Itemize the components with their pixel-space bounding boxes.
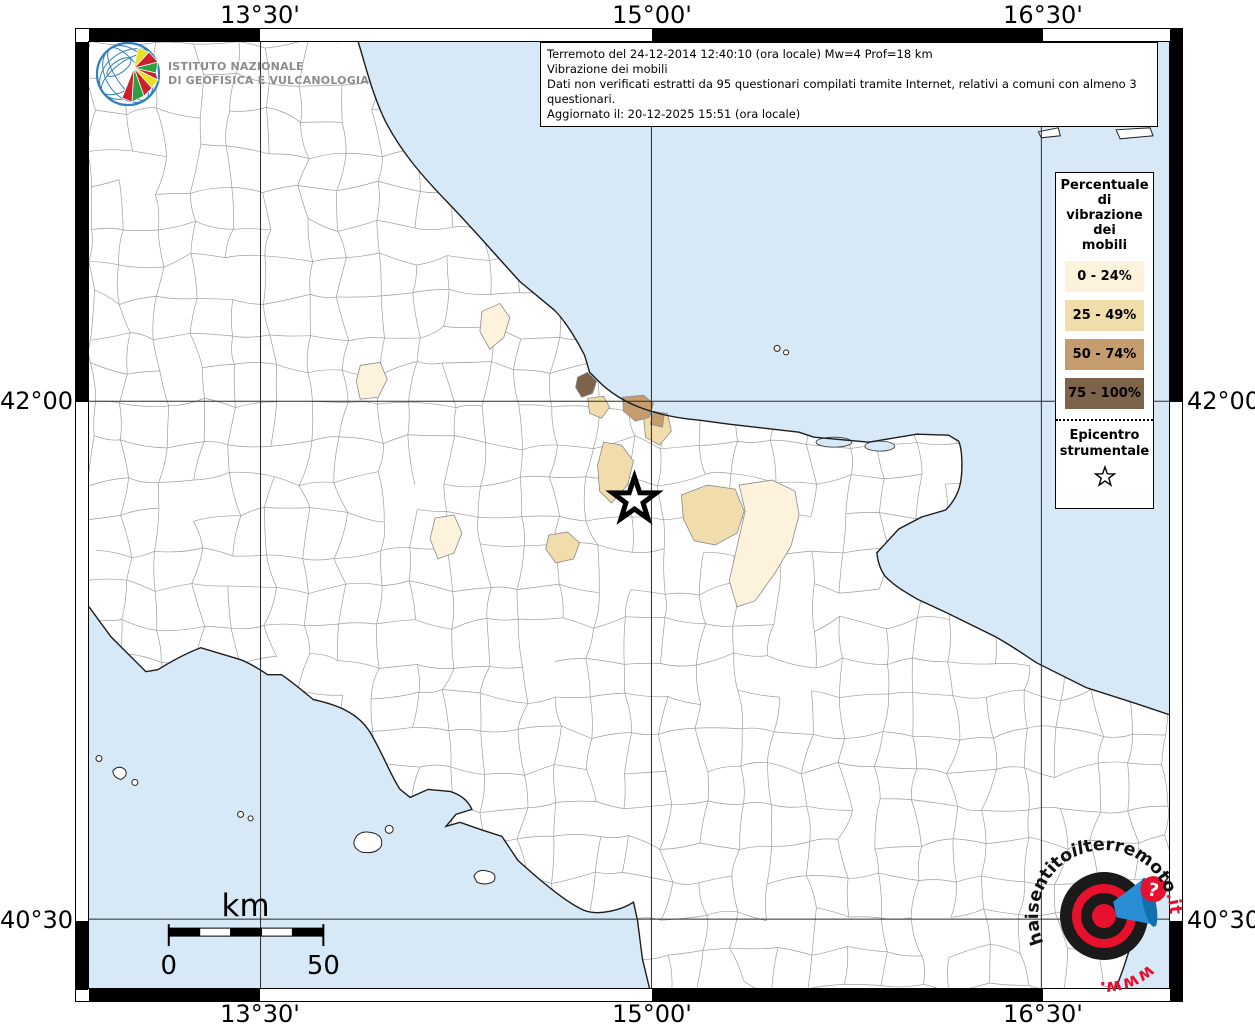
- lat-label-right-42: 42°00': [1187, 387, 1255, 415]
- map-page: 13°30' 15°00' 16°30' 13°30' 15°00' 16°30…: [0, 0, 1255, 1024]
- ingv-logo: ISTITUTO NAZIONALE DI GEOFISICA E VULCAN…: [94, 40, 369, 110]
- legend-box: Percentuale di vibrazione dei mobili 0 -…: [1055, 172, 1154, 509]
- lat-label-left-4030: 40°30': [0, 906, 80, 934]
- info-line-updated: Aggiornato il: 20-12-2025 15:51 (ora loc…: [547, 107, 801, 121]
- lon-label-bottom-2: 15°00': [612, 1000, 692, 1024]
- lat-label-right-4030: 40°30': [1187, 906, 1255, 934]
- lon-label-bottom-1: 13°30': [220, 1000, 300, 1024]
- info-line-source: Dati non verificati estratti da 95 quest…: [547, 77, 1137, 106]
- scale-start-label: 0: [161, 951, 177, 981]
- legend-divider: [1056, 419, 1153, 421]
- ingv-globe-icon: [95, 41, 161, 107]
- earthquake-info-box: Terremoto del 24-12-2014 12:40:10 (ora l…: [540, 42, 1158, 127]
- site-logo-www-text: www.: [1094, 959, 1161, 1000]
- frame-band-left: [76, 29, 88, 1001]
- scale-unit-label: km: [222, 888, 270, 924]
- legend-swatch-0-24: 0 - 24%: [1065, 261, 1144, 292]
- map-svg: km 0 50: [89, 42, 1169, 988]
- lat-label-left-42: 42°00': [0, 387, 80, 415]
- info-line-event: Terremoto del 24-12-2014 12:40:10 (ora l…: [547, 47, 933, 61]
- info-line-type: Vibrazione dei mobili: [547, 62, 668, 76]
- legend-swatch-50-74: 50 - 74%: [1065, 339, 1144, 370]
- lon-label-top-2: 15°00': [612, 1, 692, 29]
- site-logo: ? haisentitoilterremoto.it www.: [1008, 820, 1192, 1008]
- legend-swatch-75-100: 75 - 100%: [1065, 378, 1144, 409]
- legend-swatch-25-49: 25 - 49%: [1065, 300, 1144, 331]
- ingv-wordmark-line2: DI GEOFISICA E VULCANOLOGIA: [168, 74, 369, 87]
- lon-label-top-3: 16°30': [1003, 1, 1083, 29]
- ingv-wordmark: ISTITUTO NAZIONALE DI GEOFISICA E VULCAN…: [168, 60, 369, 88]
- epicenter-star-icon: [1092, 464, 1117, 487]
- lon-label-top-1: 13°30': [220, 1, 300, 29]
- frame-band-bottom: [76, 989, 1182, 1001]
- site-logo-svg: ? haisentitoilterremoto.it www.: [1008, 820, 1186, 1000]
- legend-epicenter-label: Epicentro strumentale: [1059, 428, 1150, 459]
- legend-title: Percentuale di vibrazione dei mobili: [1060, 178, 1149, 253]
- ingv-wordmark-line1: ISTITUTO NAZIONALE: [168, 60, 304, 73]
- map-frame: km 0 50: [75, 28, 1183, 1002]
- map-area: km 0 50: [88, 41, 1170, 989]
- scale-end-label: 50: [307, 951, 340, 981]
